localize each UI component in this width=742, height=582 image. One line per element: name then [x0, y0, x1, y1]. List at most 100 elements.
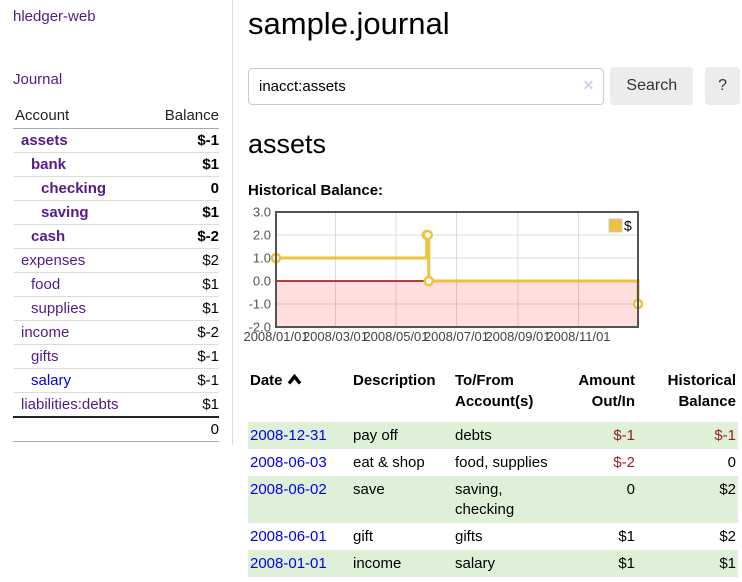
account-heading: assets: [248, 129, 740, 160]
register-header-date[interactable]: Date: [248, 368, 345, 422]
account-link-expenses[interactable]: expenses: [21, 252, 85, 269]
account-link-salary[interactable]: salary: [31, 372, 71, 389]
transaction-description: save: [345, 476, 447, 523]
register-row[interactable]: 2008-06-01 giftgifts$1$2: [248, 523, 738, 550]
account-link-gifts[interactable]: gifts: [31, 348, 59, 365]
y-tick-label: 3.0: [253, 205, 271, 220]
account-balance: 0: [147, 177, 219, 201]
account-row: cash $-2: [13, 225, 219, 249]
search-input[interactable]: [248, 68, 604, 105]
main-content: sample.journal ✕ Search ? assets Histori…: [248, 0, 740, 577]
transaction-balance: $2: [643, 476, 738, 523]
account-row: bank$1: [13, 153, 219, 177]
transaction-accounts: debts: [447, 422, 563, 449]
search-button[interactable]: Search: [610, 67, 693, 105]
register-row[interactable]: 2008-06-02 savesaving, checking0$2: [248, 476, 738, 523]
register-row[interactable]: 2008-01-01incomesalary$1$1: [248, 550, 738, 577]
transaction-amount: $1: [563, 550, 643, 577]
data-point: [425, 277, 433, 285]
transaction-description: pay off: [345, 422, 447, 449]
account-balance: $1: [147, 273, 219, 297]
app-title-row: hledger-web: [13, 8, 219, 25]
account-row: food $1: [13, 273, 219, 297]
sidebar-item-journal[interactable]: Journal: [13, 71, 62, 88]
transaction-date-link[interactable]: 2008-06-02: [250, 481, 327, 498]
register-header-row: Date Description To/From Account(s) Amou…: [248, 368, 738, 422]
account-balance: $-1: [147, 129, 219, 153]
account-row: assets $-1: [13, 129, 219, 153]
transaction-balance: $2: [643, 523, 738, 550]
transaction-description: gift: [345, 523, 447, 550]
account-link-bank[interactable]: bank: [31, 156, 66, 173]
account-link-supplies[interactable]: supplies: [31, 300, 86, 317]
sidebar: hledger-web Journal Account Balance asse…: [0, 0, 233, 445]
account-link-income[interactable]: income: [21, 324, 69, 341]
balance-chart: 3.02.01.00.0-1.0-2.02008/01/012008/03/01…: [248, 208, 646, 349]
chart-legend-label: $: [624, 218, 632, 234]
y-tick-label: 2.0: [253, 228, 271, 243]
transaction-date-link[interactable]: 2008-06-01: [250, 528, 327, 545]
register-header-amount: Amount Out/In: [563, 368, 643, 422]
transaction-date-link[interactable]: 2008-01-01: [250, 555, 327, 572]
account-balance: $-1: [147, 345, 219, 369]
account-balance: $-1: [147, 369, 219, 393]
y-tick-label: -1.0: [249, 297, 271, 312]
accounts-total-balance: 0: [147, 417, 219, 442]
account-row: supplies $1: [13, 297, 219, 321]
account-row: checking 0: [13, 177, 219, 201]
app-title-link[interactable]: hledger-web: [13, 8, 96, 25]
account-balance: $-2: [147, 321, 219, 345]
account-link-checking[interactable]: checking: [41, 180, 106, 197]
help-button[interactable]: ?: [705, 67, 740, 105]
x-tick-label: 2008/07/01: [424, 329, 489, 344]
transaction-description: eat & shop: [345, 449, 447, 476]
chart-legend-swatch: [609, 219, 622, 232]
transaction-accounts: saving, checking: [447, 476, 563, 523]
transaction-balance: $-1: [643, 422, 738, 449]
transaction-date-link[interactable]: 2008-06-03: [250, 454, 327, 471]
page-title: sample.journal: [248, 6, 740, 42]
transaction-accounts: food, supplies: [447, 449, 563, 476]
transaction-date-link[interactable]: 2008-12-31: [250, 427, 327, 444]
register-header-tofrom: To/From Account(s): [447, 368, 563, 422]
sidebar-nav: Journal: [13, 71, 219, 88]
x-tick-label: 2008/03/01: [303, 329, 368, 344]
search-form: ✕ Search ?: [248, 67, 740, 105]
account-balance: $2: [147, 249, 219, 273]
transaction-accounts: gifts: [447, 523, 563, 550]
account-link-food[interactable]: food: [31, 276, 60, 293]
register-row[interactable]: 2008-06-03eat & shopfood, supplies$-20: [248, 449, 738, 476]
clear-search-icon[interactable]: ✕: [583, 78, 595, 92]
transaction-accounts: salary: [447, 550, 563, 577]
account-row: salary $-1: [13, 369, 219, 393]
register-table: Date Description To/From Account(s) Amou…: [248, 368, 738, 577]
transaction-amount: 0: [563, 476, 643, 523]
account-row: saving$1: [13, 201, 219, 225]
accounts-header-balance: Balance: [147, 104, 219, 129]
search-box: ✕: [248, 68, 604, 105]
chart-label: Historical Balance:: [248, 182, 740, 199]
account-link-cash[interactable]: cash: [31, 228, 65, 245]
y-tick-label: 0.0: [253, 274, 271, 289]
account-row: expenses $2: [13, 249, 219, 273]
account-link-liabilities-debts[interactable]: liabilities:debts: [21, 396, 119, 413]
account-balance: $1: [147, 297, 219, 321]
register-row[interactable]: 2008-12-31pay offdebts$-1$-1: [248, 422, 738, 449]
accounts-table: Account Balance assets$-1bank$1checking0…: [13, 104, 219, 442]
account-link-assets[interactable]: assets: [21, 132, 68, 149]
transaction-balance: $1: [643, 550, 738, 577]
account-balance: $-2: [147, 225, 219, 249]
transaction-amount: $-2: [563, 449, 643, 476]
data-point: [424, 231, 432, 239]
account-row: gifts $-1: [13, 345, 219, 369]
accounts-header-row: Account Balance: [13, 104, 219, 129]
x-tick-label: 2008/01/01: [243, 329, 308, 344]
account-link-saving[interactable]: saving: [41, 204, 89, 221]
sort-ascending-icon: [287, 370, 302, 391]
account-balance: $1: [147, 393, 219, 418]
account-row: liabilities:debts $1: [13, 393, 219, 418]
transaction-amount: $1: [563, 523, 643, 550]
transaction-amount: $-1: [563, 422, 643, 449]
account-row: income $-2: [13, 321, 219, 345]
transaction-description: income: [345, 550, 447, 577]
